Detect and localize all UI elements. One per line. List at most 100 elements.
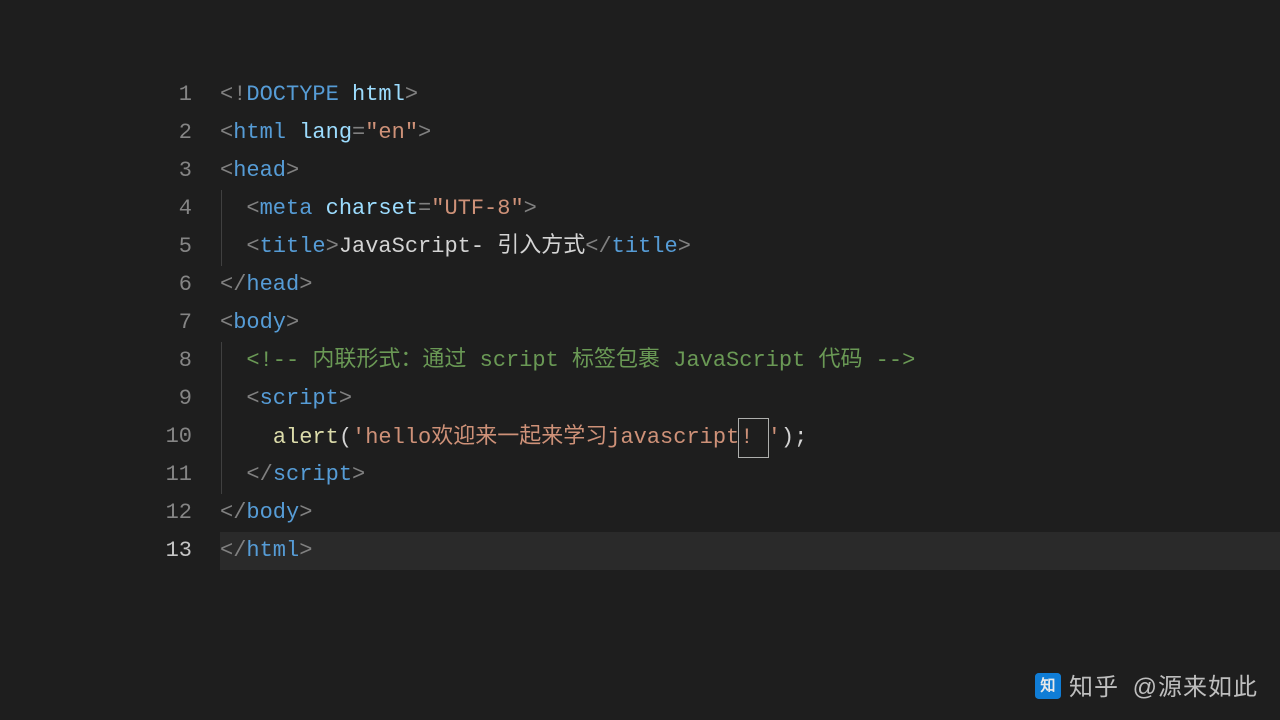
token: html xyxy=(352,82,405,107)
line-number: 11 xyxy=(0,456,220,494)
token: > xyxy=(352,462,365,487)
code-line[interactable]: <!-- 内联形式：通过 script 标签包裹 JavaScript 代码 -… xyxy=(220,342,1280,380)
watermark-brand: 知乎 xyxy=(1069,674,1119,701)
token: title xyxy=(612,234,678,259)
line-number: 1 xyxy=(0,76,220,114)
token: ' xyxy=(768,425,781,450)
token: > xyxy=(286,158,299,183)
line-number-gutter: 12345678910111213 xyxy=(0,76,220,570)
line-number: 4 xyxy=(0,190,220,228)
line-number: 9 xyxy=(0,380,220,418)
code-line[interactable]: <body> xyxy=(220,304,1280,342)
token: > xyxy=(326,234,339,259)
token: < xyxy=(246,234,259,259)
line-number: 10 xyxy=(0,418,220,456)
token: charset xyxy=(326,196,418,221)
token: < xyxy=(220,158,233,183)
svg-text:知: 知 xyxy=(1040,677,1055,695)
code-line[interactable]: alert('hello欢迎来一起来学习javascript! '); xyxy=(220,418,1280,456)
token: body xyxy=(246,500,299,525)
watermark: 知 知乎 @源来如此 xyxy=(1035,667,1258,702)
indent-guide xyxy=(221,418,222,456)
code-line[interactable]: <meta charset="UTF-8"> xyxy=(220,190,1280,228)
token: ( xyxy=(339,425,352,450)
code-content[interactable]: <!DOCTYPE html><html lang="en"><head> <m… xyxy=(220,76,1280,570)
code-line[interactable]: <html lang="en"> xyxy=(220,114,1280,152)
token: = xyxy=(352,120,365,145)
code-editor[interactable]: 12345678910111213 <!DOCTYPE html><html l… xyxy=(0,0,1280,570)
token: > xyxy=(299,538,312,563)
token: </ xyxy=(220,272,246,297)
line-number: 8 xyxy=(0,342,220,380)
code-line[interactable]: </script> xyxy=(220,456,1280,494)
token xyxy=(220,196,246,221)
token: > xyxy=(524,196,537,221)
token: script xyxy=(260,386,339,411)
line-number: 3 xyxy=(0,152,220,190)
line-number: 2 xyxy=(0,114,220,152)
zhihu-icon: 知 xyxy=(1035,673,1061,699)
token: meta xyxy=(260,196,313,221)
token xyxy=(220,348,246,373)
indent-guide xyxy=(221,456,222,494)
token: body xyxy=(233,310,286,335)
token: < xyxy=(246,386,259,411)
token: head xyxy=(233,158,286,183)
token: > xyxy=(286,310,299,335)
token: > xyxy=(418,120,431,145)
line-number: 7 xyxy=(0,304,220,342)
token: "UTF-8" xyxy=(431,196,523,221)
code-line[interactable]: <script> xyxy=(220,380,1280,418)
token: > xyxy=(339,386,352,411)
token: head xyxy=(246,272,299,297)
token: <!-- 内联形式：通过 script 标签包裹 JavaScript 代码 -… xyxy=(246,348,915,373)
code-line[interactable]: <head> xyxy=(220,152,1280,190)
watermark-author: @源来如此 xyxy=(1133,674,1258,701)
token: DOCTYPE xyxy=(246,82,338,107)
token: lang xyxy=(299,120,352,145)
token: </ xyxy=(220,500,246,525)
token: > xyxy=(678,234,691,259)
code-line[interactable]: </html> xyxy=(220,532,1280,570)
token: > xyxy=(405,82,418,107)
token xyxy=(220,462,246,487)
token xyxy=(220,234,246,259)
token: <! xyxy=(220,82,246,107)
code-line[interactable]: </body> xyxy=(220,494,1280,532)
code-line[interactable]: <!DOCTYPE html> xyxy=(220,76,1280,114)
token: 'hello欢迎来一起来学习javascript xyxy=(352,425,739,450)
indent-guide xyxy=(221,342,222,380)
code-line[interactable]: <title>JavaScript- 引入方式</title> xyxy=(220,228,1280,266)
token: > xyxy=(299,500,312,525)
line-number: 6 xyxy=(0,266,220,304)
token: alert xyxy=(273,425,339,450)
token: </ xyxy=(246,462,272,487)
token: script xyxy=(273,462,352,487)
token: > xyxy=(299,272,312,297)
token xyxy=(220,425,273,450)
token: title xyxy=(260,234,326,259)
token xyxy=(286,120,299,145)
token: </ xyxy=(585,234,611,259)
token: ! xyxy=(738,418,768,458)
line-number: 12 xyxy=(0,494,220,532)
indent-guide xyxy=(221,228,222,266)
token: html xyxy=(246,538,299,563)
token: < xyxy=(220,310,233,335)
code-line[interactable]: </head> xyxy=(220,266,1280,304)
line-number: 13 xyxy=(0,532,220,570)
token: JavaScript- 引入方式 xyxy=(339,234,585,259)
token: </ xyxy=(220,538,246,563)
line-number: 5 xyxy=(0,228,220,266)
token: "en" xyxy=(365,120,418,145)
token xyxy=(312,196,325,221)
token: ); xyxy=(781,425,807,450)
token: < xyxy=(220,120,233,145)
token xyxy=(220,386,246,411)
token xyxy=(339,82,352,107)
indent-guide xyxy=(221,190,222,228)
token: = xyxy=(418,196,431,221)
indent-guide xyxy=(221,380,222,418)
token: html xyxy=(233,120,286,145)
token: < xyxy=(246,196,259,221)
